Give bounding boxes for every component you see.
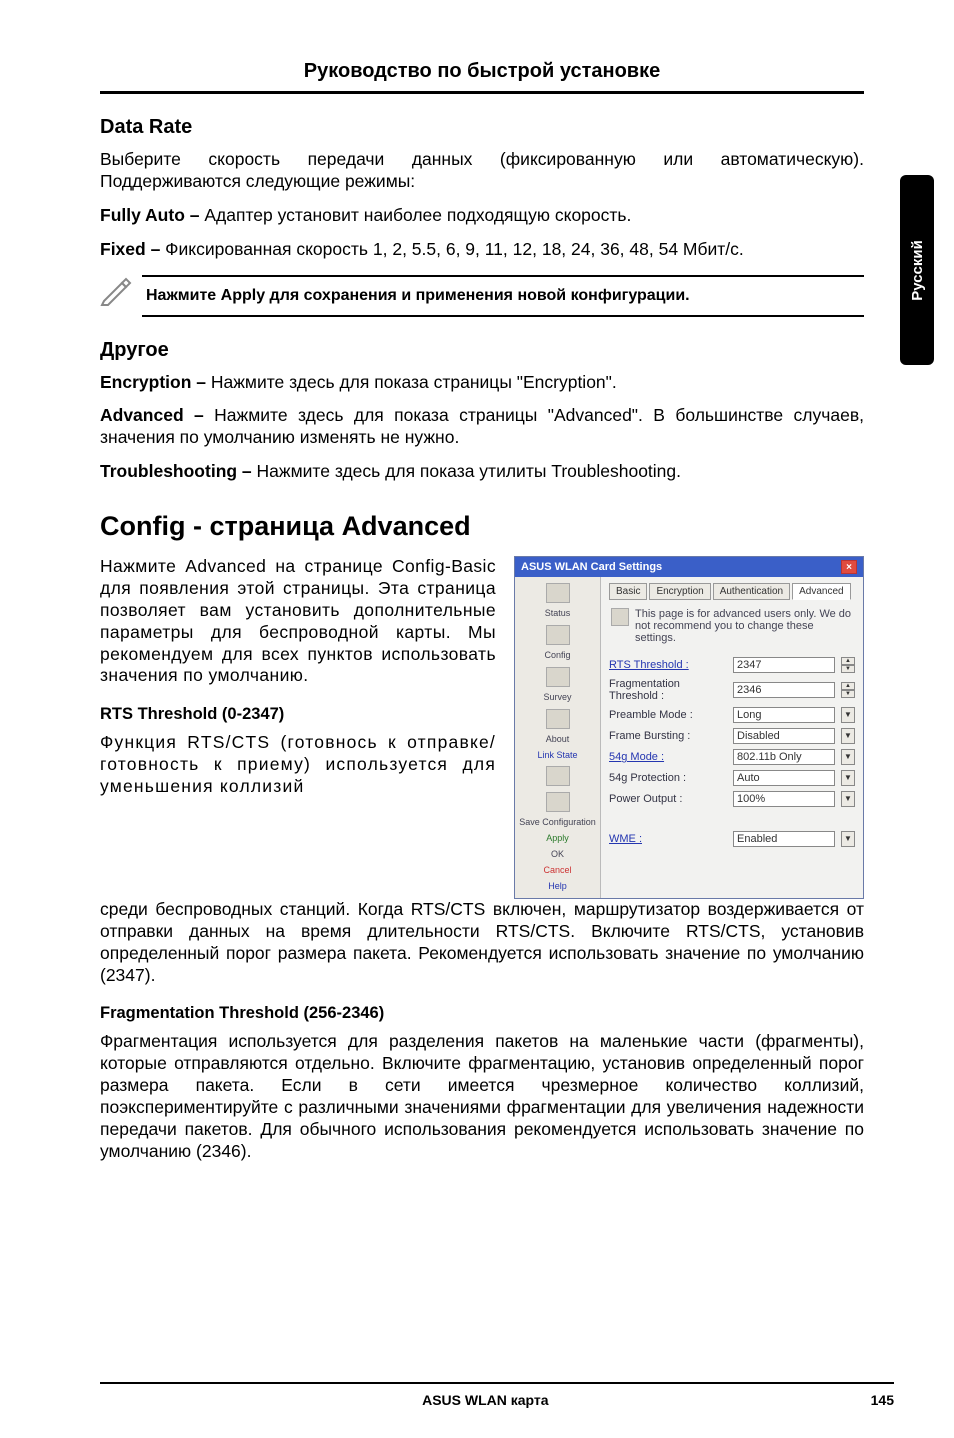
setting-field[interactable]: 2347: [733, 657, 835, 673]
config-advanced-intro: Нажмите Advanced на странице Config-Basi…: [100, 556, 496, 687]
spin-control[interactable]: ▲▼: [841, 682, 855, 698]
setting-label[interactable]: RTS Threshold :: [609, 659, 727, 671]
side-help[interactable]: Help: [548, 882, 567, 892]
side-status: Status: [545, 609, 571, 619]
pencil-icon: [100, 275, 132, 312]
footer-center: ASUS WLAN карта: [100, 1392, 871, 1408]
survey-icon[interactable]: [546, 667, 570, 687]
note-text: Нажмите Apply для сохранения и применени…: [142, 275, 864, 317]
data-rate-fully-auto: Fully Auto – Адаптер установит наиболее …: [100, 205, 864, 227]
dropdown-icon[interactable]: ▼: [841, 791, 855, 807]
setting-row: 54g Mode : 802.11b Only ▼: [609, 749, 855, 765]
close-icon[interactable]: ×: [841, 560, 857, 574]
section-data-rate-title: Data Rate: [100, 116, 864, 139]
setting-row: WME : Enabled ▼: [609, 831, 855, 847]
dropdown-icon[interactable]: ▼: [841, 831, 855, 847]
dialog-hint: This page is for advanced users only. We…: [609, 604, 855, 652]
status-icon[interactable]: [546, 583, 570, 603]
dropdown-icon[interactable]: ▼: [841, 707, 855, 723]
fixed-text: Фиксированная скорость 1, 2, 5.5, 6, 9, …: [165, 239, 744, 259]
section-other-title: Другое: [100, 339, 864, 362]
setting-field[interactable]: 100%: [733, 791, 835, 807]
setting-row: Power Output : 100% ▼: [609, 791, 855, 807]
dropdown-icon[interactable]: ▼: [841, 728, 855, 744]
setting-row: RTS Threshold : 2347 ▲▼: [609, 657, 855, 673]
side-about: About: [546, 735, 570, 745]
setting-field[interactable]: 802.11b Only: [733, 749, 835, 765]
side-ok[interactable]: OK: [551, 850, 564, 860]
side-apply[interactable]: Apply: [546, 834, 569, 844]
setting-row: 54g Protection : Auto ▼: [609, 770, 855, 786]
side-config: Config: [544, 651, 570, 661]
save-config-icon[interactable]: [546, 792, 570, 812]
setting-field[interactable]: Disabled: [733, 728, 835, 744]
dialog-tabs: Basic Encryption Authentication Advanced: [609, 583, 855, 600]
data-rate-intro: Выберите скорость передачи данных (фикси…: [100, 149, 864, 193]
about-icon[interactable]: [546, 709, 570, 729]
tab-encryption[interactable]: Encryption: [649, 583, 710, 600]
dropdown-icon[interactable]: ▼: [841, 749, 855, 765]
section-config-advanced-title: Config - страница Advanced: [100, 511, 864, 542]
tab-authentication[interactable]: Authentication: [713, 583, 790, 600]
setting-row: Fragmentation Threshold : 2346 ▲▼: [609, 678, 855, 702]
page-footer: ASUS WLAN карта 145: [100, 1382, 894, 1408]
setting-label[interactable]: 54g Mode :: [609, 751, 727, 763]
other-troubleshooting: Troubleshooting – Нажмите здесь для пока…: [100, 461, 864, 483]
side-survey: Survey: [543, 693, 571, 703]
encryption-label: Encryption –: [100, 372, 211, 392]
advanced-label: Advanced –: [100, 405, 214, 425]
side-linkstate[interactable]: Link State: [537, 751, 577, 761]
dialog-sidebar: Status Config Survey About Link State Sa…: [515, 577, 601, 898]
note-row: Нажмите Apply для сохранения и применени…: [100, 275, 864, 317]
config-icon[interactable]: [546, 625, 570, 645]
dropdown-icon[interactable]: ▼: [841, 770, 855, 786]
tab-advanced[interactable]: Advanced: [792, 583, 850, 600]
setting-field[interactable]: Auto: [733, 770, 835, 786]
fully-auto-label: Fully Auto –: [100, 205, 204, 225]
settings-dialog-screenshot: ASUS WLAN Card Settings × Status Config …: [514, 556, 864, 899]
setting-label: 54g Protection :: [609, 772, 727, 784]
hint-text: This page is for advanced users only. We…: [635, 608, 853, 644]
setting-row: Frame Bursting : Disabled ▼: [609, 728, 855, 744]
setting-field[interactable]: Long: [733, 707, 835, 723]
setting-label[interactable]: WME :: [609, 833, 727, 845]
setting-row: Preamble Mode : Long ▼: [609, 707, 855, 723]
spin-control[interactable]: ▲▼: [841, 657, 855, 673]
link-icon: [546, 766, 570, 786]
rts-threshold-heading: RTS Threshold (0-2347): [100, 705, 496, 724]
data-rate-fixed: Fixed – Фиксированная скорость 1, 2, 5.5…: [100, 239, 864, 261]
page-header-title: Руководство по быстрой установке: [100, 60, 864, 83]
frag-threshold-heading: Fragmentation Threshold (256-2346): [100, 1004, 864, 1023]
rts-paragraph-2: среди беспроводных станций. Когда RTS/CT…: [100, 899, 864, 987]
setting-field[interactable]: 2346: [733, 682, 835, 698]
footer-page-number: 145: [871, 1392, 894, 1408]
tab-basic[interactable]: Basic: [609, 583, 647, 600]
setting-label: Frame Bursting :: [609, 730, 727, 742]
other-advanced: Advanced – Нажмите здесь для показа стра…: [100, 405, 864, 449]
dialog-title: ASUS WLAN Card Settings: [521, 561, 662, 573]
advanced-text: Нажмите здесь для показа страницы "Advan…: [100, 405, 864, 447]
troubleshooting-label: Troubleshooting –: [100, 461, 257, 481]
dialog-titlebar: ASUS WLAN Card Settings ×: [515, 557, 863, 577]
side-saveconfig: Save Configuration: [519, 818, 596, 828]
encryption-text: Нажмите здесь для показа страницы "Encry…: [211, 372, 617, 392]
setting-label: Preamble Mode :: [609, 709, 727, 721]
other-encryption: Encryption – Нажмите здесь для показа ст…: [100, 372, 864, 394]
setting-label: Power Output :: [609, 793, 727, 805]
rts-paragraph-1: Функция RTS/CTS (готовнось к отправке/го…: [100, 732, 496, 798]
fixed-label: Fixed –: [100, 239, 165, 259]
troubleshooting-text: Нажмите здесь для показа утилиты Trouble…: [257, 461, 681, 481]
hint-icon: [611, 608, 629, 626]
side-cancel[interactable]: Cancel: [543, 866, 571, 876]
fully-auto-text: Адаптер установит наиболее подходящую ск…: [204, 205, 631, 225]
frag-paragraph: Фрагментация используется для разделения…: [100, 1031, 864, 1162]
setting-field[interactable]: Enabled: [733, 831, 835, 847]
setting-label: Fragmentation Threshold :: [609, 678, 727, 702]
